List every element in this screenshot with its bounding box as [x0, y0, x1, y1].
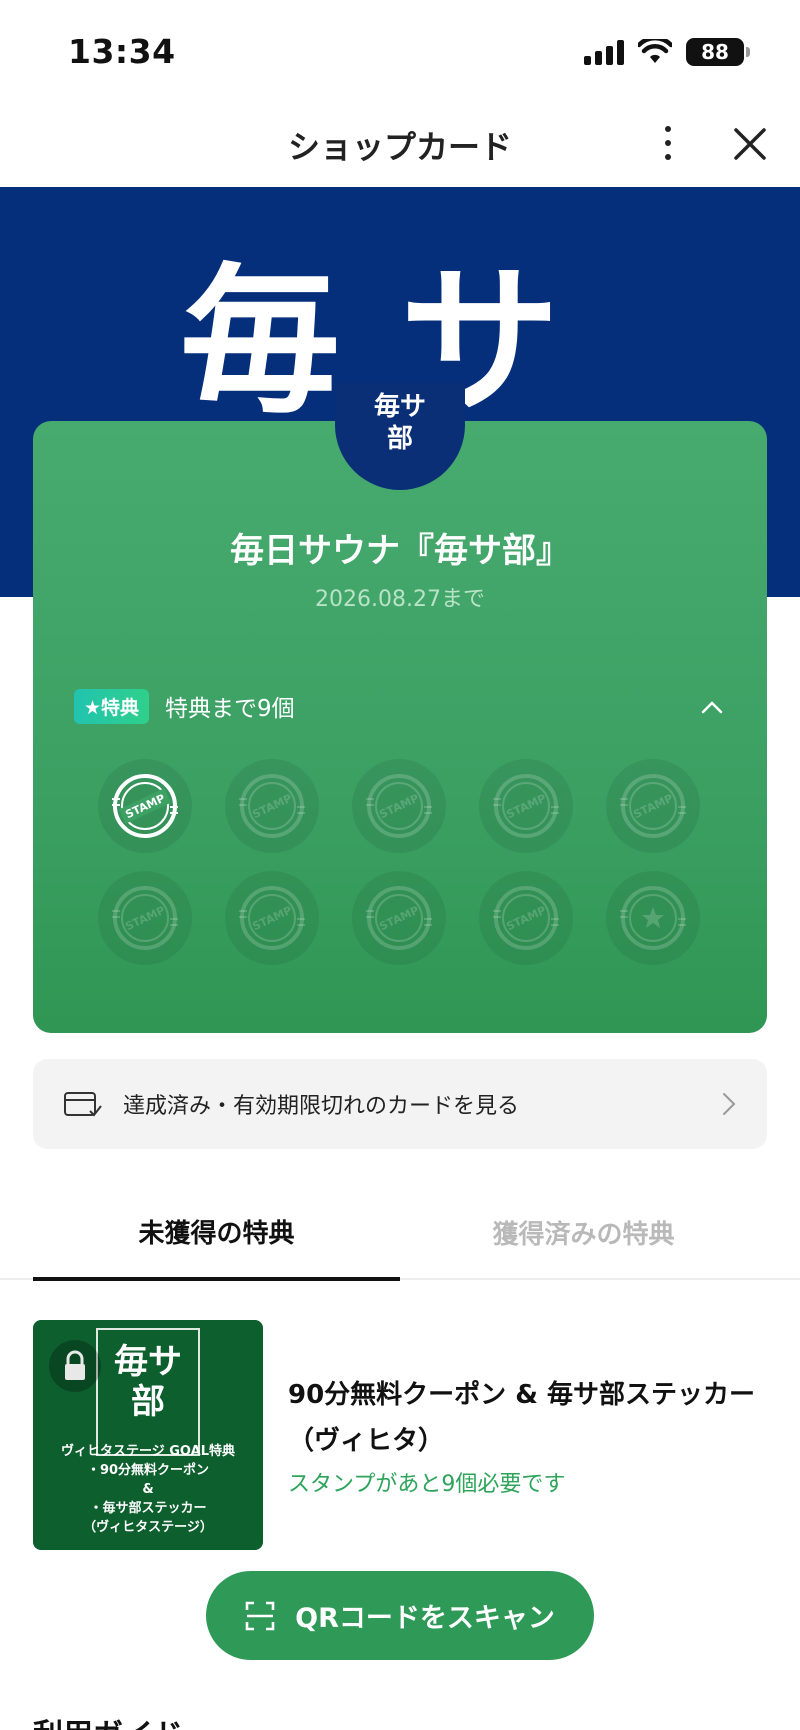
stamp-icon: STAMP — [366, 774, 432, 838]
stamp-empty: STAMP — [479, 871, 573, 965]
dot-icon — [665, 140, 671, 146]
wifi-icon — [638, 39, 672, 63]
chevron-up-icon[interactable] — [698, 693, 726, 721]
status-time: 13:34 — [68, 32, 176, 71]
stamp-card: 毎日サウナ『毎サ部』 2026.08.27まで ★特典 特典まで9個 STAMP… — [33, 421, 767, 1033]
reward-progress-row[interactable]: ★特典 特典まで9個 — [74, 688, 726, 724]
history-cards-link[interactable]: 達成済み・有効期限切れのカードを見る — [33, 1059, 767, 1149]
stamp-empty: STAMP — [225, 871, 319, 965]
status-bar: 13:34 88 — [0, 0, 800, 100]
dot-icon — [665, 154, 671, 160]
stamp-empty: STAMP — [225, 759, 319, 853]
history-link-label: 達成済み・有効期限切れのカードを見る — [123, 1094, 520, 1119]
stamp-icon: STAMP — [239, 774, 305, 838]
thumb-caption-line: ヴィヒタステージ GOAL特典 — [61, 1444, 235, 1459]
reward-tabs: 未獲得の特典 獲得済みの特典 — [0, 1185, 800, 1281]
thumb-logo-line2: 部 — [131, 1382, 165, 1422]
badge-text-line1: 毎サ — [373, 392, 426, 422]
stamp-icon: STAMP — [620, 774, 686, 838]
stamp-icon: STAMP — [112, 886, 178, 950]
reward-badge: ★特典 — [74, 688, 150, 724]
thumb-caption: ヴィヒタステージ GOAL特典 ・90分無料クーポン & ・毎サ部ステッカー （… — [33, 1442, 263, 1537]
stamp-empty: STAMP — [606, 759, 700, 853]
reward-requirement: スタンプがあと9個必要です — [288, 1472, 566, 1497]
svg-text:STAMP: STAMP — [377, 792, 421, 822]
guide-title: 利用ガイド — [33, 1710, 183, 1730]
tab-unearned-rewards[interactable]: 未獲得の特典 — [33, 1185, 400, 1281]
tab-earned-rewards[interactable]: 獲得済みの特典 — [400, 1185, 767, 1280]
svg-text:STAMP: STAMP — [123, 792, 167, 822]
stamp-empty: STAMP — [479, 759, 573, 853]
cellular-signal-icon — [584, 39, 624, 65]
svg-text:STAMP: STAMP — [504, 792, 548, 822]
chevron-right-icon — [723, 1093, 736, 1115]
svg-text:STAMP: STAMP — [250, 904, 294, 934]
thumb-logo: 毎サ 部 — [96, 1328, 200, 1456]
stamp-empty: STAMP — [352, 871, 446, 965]
badge-text-line2: 部 — [386, 424, 413, 454]
reward-name: 90分無料クーポン & 毎サ部ステッカー（ヴィヒタ） — [288, 1380, 755, 1456]
stamp-empty: STAMP — [98, 871, 192, 965]
thumb-caption-line: ・90分無料クーポン — [86, 1463, 210, 1478]
scan-button-label: QRコードをスキャン — [295, 1603, 555, 1634]
status-icons: 88 — [584, 38, 750, 66]
qr-scan-icon — [245, 1601, 275, 1630]
svg-text:STAMP: STAMP — [631, 792, 675, 822]
close-icon[interactable] — [728, 122, 772, 166]
card-expiry: 2026.08.27まで — [315, 587, 485, 612]
stamp-goal-slot — [606, 871, 700, 965]
card-title: 毎日サウナ『毎サ部』 — [230, 531, 570, 571]
svg-text:STAMP: STAMP — [377, 904, 421, 934]
reward-progress-text: 特典まで9個 — [165, 696, 295, 722]
thumb-logo-line1: 毎サ — [114, 1342, 182, 1382]
stamp-icon: STAMP — [239, 886, 305, 950]
svg-text:STAMP: STAMP — [504, 904, 548, 934]
star-stamp-icon — [620, 886, 686, 950]
stamp-filled: STAMP — [98, 759, 192, 853]
thumb-caption-line: （ヴィヒタステージ） — [83, 1520, 213, 1535]
reward-list-item[interactable]: 毎サ 部 ヴィヒタステージ GOAL特典 ・90分無料クーポン & ・毎サ部ステ… — [33, 1320, 767, 1550]
stamp-icon: STAMP — [366, 886, 432, 950]
stamp-empty: STAMP — [352, 759, 446, 853]
reward-thumbnail: 毎サ 部 ヴィヒタステージ GOAL特典 ・90分無料クーポン & ・毎サ部ステ… — [33, 1320, 263, 1550]
thumb-caption-line: ・毎サ部ステッカー — [89, 1501, 207, 1516]
lock-icon — [49, 1340, 101, 1392]
app-header: ショップカード — [0, 100, 800, 187]
card-check-icon — [64, 1092, 102, 1117]
stamp-icon: STAMP — [112, 774, 178, 838]
thumb-caption-line: & — [142, 1482, 154, 1497]
more-options-button[interactable] — [650, 118, 686, 168]
stamp-icon: STAMP — [493, 774, 559, 838]
scan-qr-button[interactable]: QRコードをスキャン — [206, 1571, 594, 1660]
battery-icon: 88 — [686, 38, 750, 66]
stamp-icon: STAMP — [493, 886, 559, 950]
svg-text:STAMP: STAMP — [123, 904, 167, 934]
svg-text:STAMP: STAMP — [250, 792, 294, 822]
stamp-grid: STAMP STAMP STAMP STAMP STAMP STAMP STAMP STAMP… — [98, 759, 703, 965]
dot-icon — [665, 126, 671, 132]
